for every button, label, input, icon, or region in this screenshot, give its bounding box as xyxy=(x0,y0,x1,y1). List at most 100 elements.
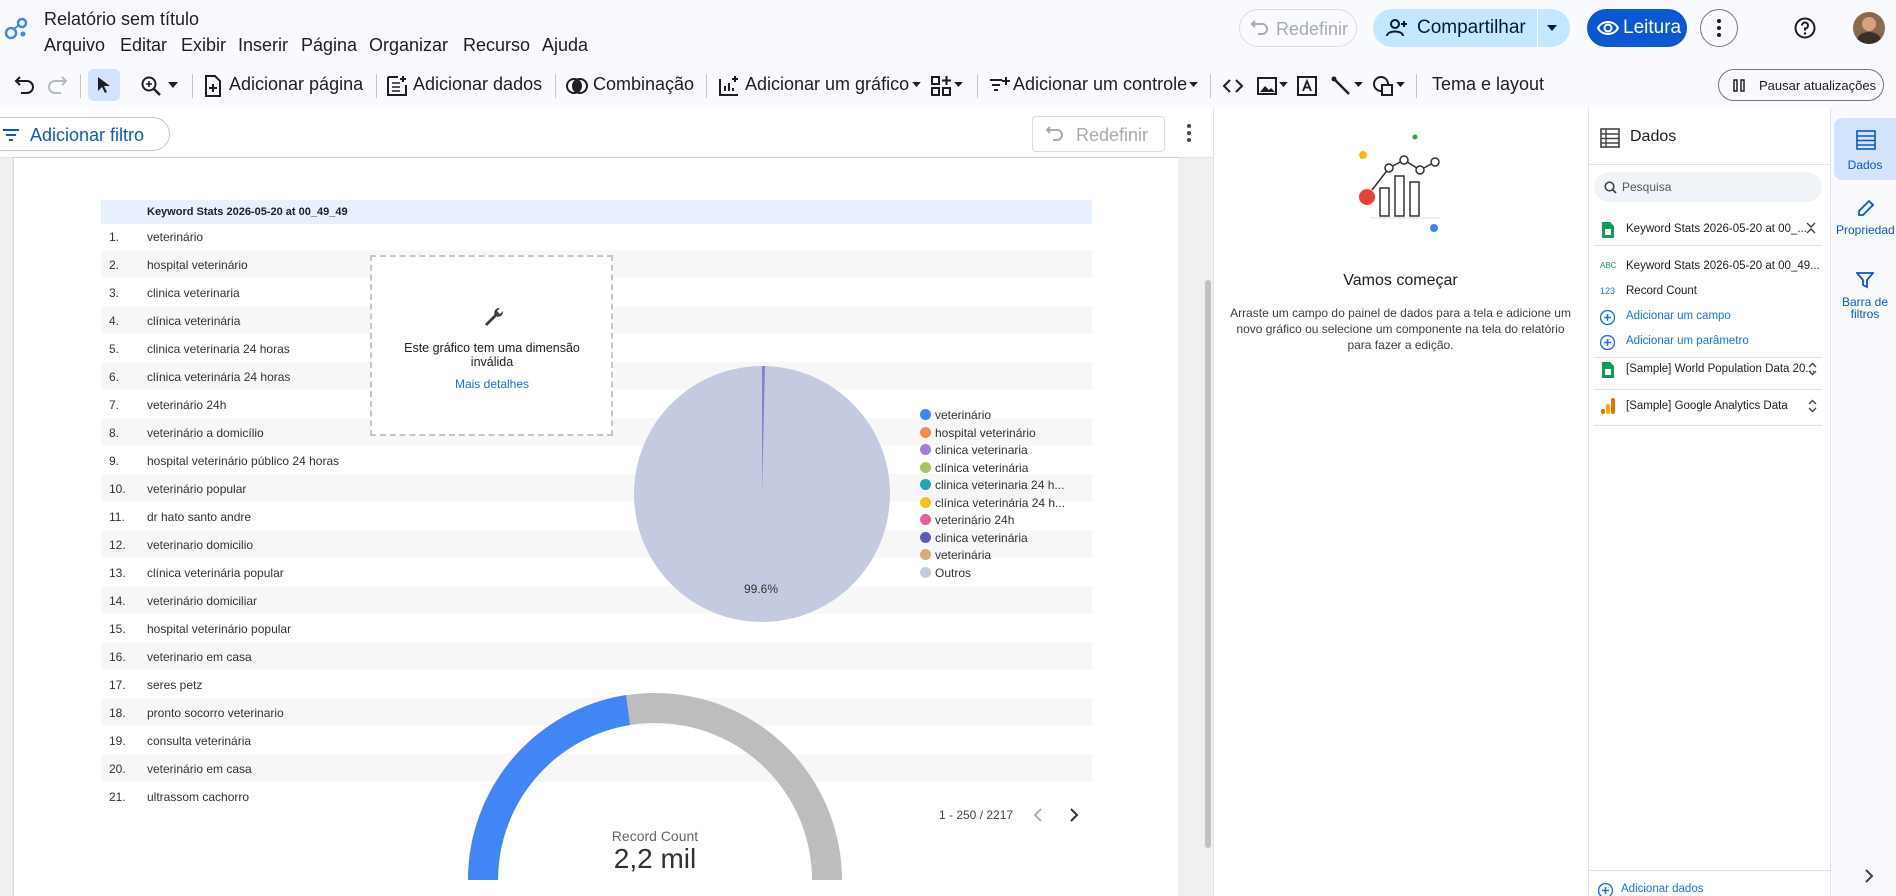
add-page-button[interactable]: Adicionar página xyxy=(229,74,363,95)
add-control-button[interactable]: Adicionar um controle xyxy=(1013,74,1187,95)
pie-percent-label: 99.6% xyxy=(744,582,779,596)
menu-recurso[interactable]: Recurso xyxy=(463,35,530,56)
collapse-icon[interactable] xyxy=(1806,221,1816,235)
undo-icon[interactable] xyxy=(14,75,36,97)
row-number: 13. xyxy=(109,566,126,580)
line-caret-icon[interactable] xyxy=(1354,82,1363,88)
filter-reset-button[interactable]: Redefinir xyxy=(1032,116,1165,152)
eye-icon xyxy=(1597,21,1619,35)
add-page-icon[interactable] xyxy=(202,75,224,97)
add-control-icon[interactable] xyxy=(988,75,1010,97)
text-box-icon[interactable] xyxy=(1296,75,1318,97)
expand-icon[interactable] xyxy=(1808,362,1817,376)
looker-studio-logo-icon[interactable] xyxy=(4,14,30,40)
menu-inserir[interactable]: Inserir xyxy=(238,35,288,56)
rail-data-button[interactable]: Dados xyxy=(1834,118,1896,180)
row-keyword: clinica veterinaria 24 horas xyxy=(147,342,290,356)
legend-item[interactable]: veterinário 24h xyxy=(920,513,1014,529)
legend-item[interactable]: clinica veterinaria 24 h... xyxy=(920,478,1064,494)
add-filter-button[interactable]: Adicionar filtro xyxy=(0,117,170,151)
legend-item[interactable]: hospital veterinário xyxy=(920,426,1036,442)
next-page-icon[interactable] xyxy=(1069,808,1079,822)
legend-item[interactable]: clinica veterinária xyxy=(920,531,1028,547)
help-icon[interactable] xyxy=(1794,17,1816,39)
image-caret-icon[interactable] xyxy=(1279,82,1288,88)
data-source-keyword-stats[interactable]: Keyword Stats 2026-05-20 at 00_... xyxy=(1596,215,1822,245)
theme-layout-button[interactable]: Tema e layout xyxy=(1432,74,1544,95)
legend-label: Outros xyxy=(935,565,972,580)
add-parameter-button[interactable]: Adicionar um parâmetro xyxy=(1596,327,1822,357)
blend-button[interactable]: Combinação xyxy=(593,74,694,95)
report-title[interactable]: Relatório sem título xyxy=(44,9,199,30)
legend-item[interactable]: clínica veterinária xyxy=(920,461,1028,477)
table-header[interactable]: Keyword Stats 2026-05-20 at 00_49_49 xyxy=(101,200,1092,224)
line-icon[interactable] xyxy=(1330,75,1352,97)
row-number: 10. xyxy=(109,482,126,496)
more-options-button[interactable] xyxy=(1700,9,1738,47)
add-chart-button[interactable]: Adicionar um gráfico xyxy=(745,74,909,95)
rail-properties-button[interactable]: Propriedad es xyxy=(1834,192,1896,254)
rail-filter-bar-button[interactable]: Barra de filtros xyxy=(1834,268,1896,330)
row-number: 1. xyxy=(109,230,120,244)
add-chart-icon[interactable] xyxy=(718,75,740,97)
gauge-value: 2,2 mil xyxy=(613,843,697,874)
select-tool-button[interactable] xyxy=(88,69,120,101)
table-row[interactable]: 14. veterinário domiciliar xyxy=(101,586,1092,614)
share-button[interactable]: Compartilhar xyxy=(1373,9,1537,47)
invalid-chart-box[interactable]: Este gráfico tem uma dimensão inválida M… xyxy=(370,255,613,436)
rail-filter-bar-label: Barra de filtros xyxy=(1841,295,1889,321)
canvas-scrollbar[interactable] xyxy=(1205,280,1211,848)
add-control-caret-icon[interactable] xyxy=(1189,82,1198,88)
table-row[interactable]: 1. veterinário xyxy=(101,222,1092,250)
chevron-right-icon[interactable] xyxy=(1864,868,1874,884)
prev-page-icon[interactable] xyxy=(1033,808,1043,822)
embed-code-icon[interactable] xyxy=(1222,75,1244,97)
menu-ajuda[interactable]: Ajuda xyxy=(542,35,588,56)
menu-arquivo[interactable]: Arquivo xyxy=(44,35,105,56)
pause-updates-button[interactable]: Pausar atualizações xyxy=(1718,69,1884,101)
legend-item[interactable]: veterinário xyxy=(920,408,991,424)
expand-icon[interactable] xyxy=(1808,399,1817,413)
image-icon[interactable] xyxy=(1256,75,1278,97)
filter-more-icon[interactable] xyxy=(1187,124,1191,142)
zoom-icon[interactable] xyxy=(140,75,162,97)
legend-item[interactable]: Outros xyxy=(920,566,971,582)
analytics-icon xyxy=(1601,398,1615,414)
legend-item[interactable]: clinica veterinaria xyxy=(920,443,1028,459)
zoom-caret-icon[interactable] xyxy=(168,82,178,89)
field-keyword-label: Keyword Stats 2026-05-20 at 00_49... xyxy=(1626,260,1820,272)
data-search-input[interactable]: Pesquisa xyxy=(1594,172,1822,202)
legend-item[interactable]: clínica veterinária 24 h... xyxy=(920,496,1065,512)
table-row[interactable]: 16. veterinario em casa xyxy=(101,642,1092,670)
row-keyword: veterinário 24h xyxy=(147,398,227,412)
menu-organizar[interactable]: Organizar xyxy=(369,35,448,56)
add-chart-caret-icon[interactable] xyxy=(912,82,921,88)
redo-icon[interactable] xyxy=(46,75,68,97)
row-keyword: veterinário domiciliar xyxy=(147,594,258,608)
footer-add-data-button[interactable]: Adicionar dados xyxy=(1596,882,1796,896)
invalid-chart-details-link[interactable]: Mais detalhes xyxy=(392,377,592,391)
more-vert-icon xyxy=(1717,19,1721,37)
top-reset-button[interactable]: Redefinir xyxy=(1239,9,1357,47)
community-viz-icon[interactable] xyxy=(930,75,952,97)
menu-pagina[interactable]: Página xyxy=(301,35,357,56)
menu-editar[interactable]: Editar xyxy=(120,35,167,56)
blend-icon[interactable] xyxy=(566,75,588,97)
avatar[interactable] xyxy=(1853,12,1885,44)
shape-caret-icon[interactable] xyxy=(1396,82,1405,88)
add-data-icon[interactable] xyxy=(386,75,408,97)
view-mode-button[interactable]: Leitura xyxy=(1587,9,1687,47)
legend-color-dot xyxy=(920,409,931,420)
legend-item[interactable]: veterinária xyxy=(920,548,991,564)
data-source-world-population[interactable]: [Sample] World Population Data 20... xyxy=(1596,355,1822,385)
menu-exibir[interactable]: Exibir xyxy=(181,35,226,56)
row-keyword: clínica veterinária 24 horas xyxy=(147,370,291,384)
add-person-icon xyxy=(1386,19,1407,37)
add-data-button[interactable]: Adicionar dados xyxy=(413,74,542,95)
community-viz-caret-icon[interactable] xyxy=(954,82,963,88)
filter-reset-label: Redefinir xyxy=(1076,125,1149,145)
data-source-google-analytics[interactable]: [Sample] Google Analytics Data xyxy=(1596,392,1822,422)
row-number: 21. xyxy=(109,790,126,804)
table-row[interactable]: 15. hospital veterinário popular xyxy=(101,614,1092,642)
shape-icon[interactable] xyxy=(1372,75,1394,97)
